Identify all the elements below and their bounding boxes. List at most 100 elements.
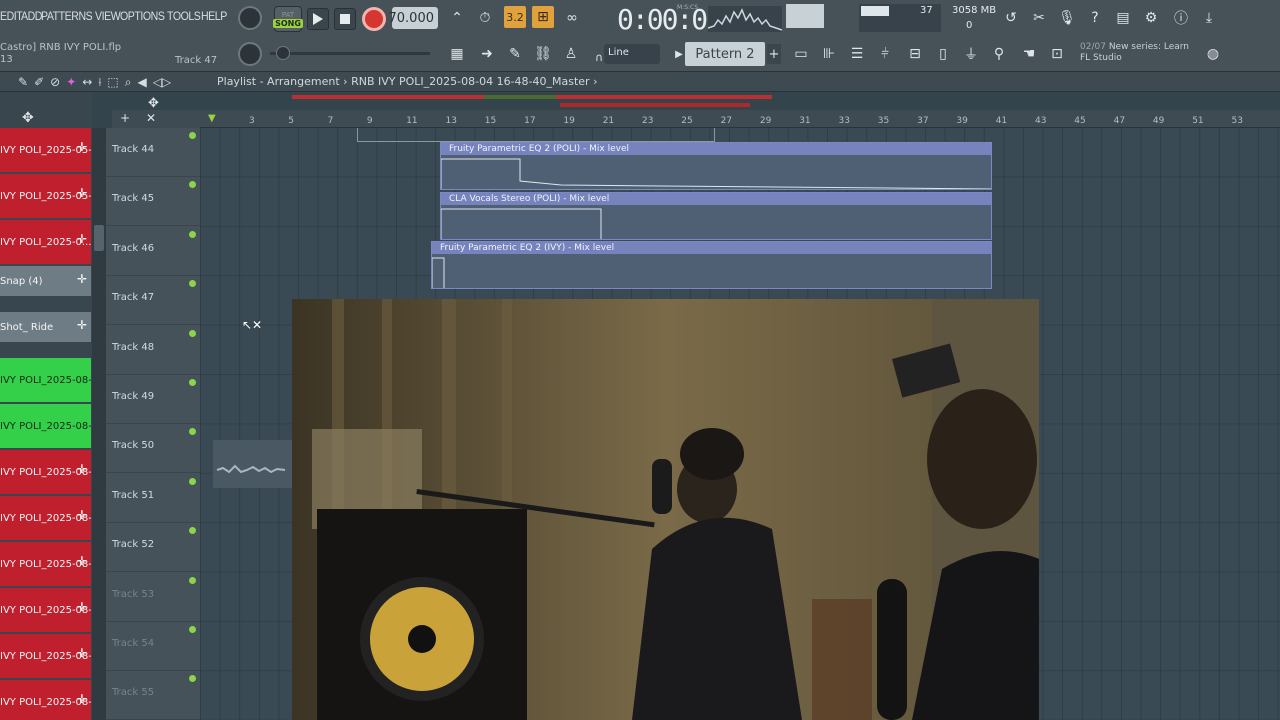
mute-tool-icon[interactable]: ✦ [66,75,76,90]
faders-icon[interactable]: ⫩ [874,43,896,65]
clip-handle-icon[interactable]: ✛ [77,692,87,706]
cut-icon[interactable]: ✂ [1028,7,1050,29]
master-volume-knob[interactable] [238,6,262,30]
track-header[interactable]: Track 50 [106,424,200,474]
plug-icon[interactable]: ⏚ [960,43,982,65]
clip-item[interactable]: IVY POLI_2025-08-1...✛ [0,542,91,586]
track-mute-led[interactable] [189,675,196,683]
slip-tool-icon[interactable]: ↔ [82,75,92,90]
play-button[interactable] [307,8,329,30]
track-header[interactable]: Track 55 [106,671,200,720]
track-mute-led[interactable] [189,181,196,189]
microphone-icon[interactable]: 🎙 [1056,7,1078,29]
help-icon[interactable]: ? [1084,7,1106,29]
track-header[interactable]: Track 44 [106,128,200,177]
snap-selector[interactable]: Line [604,44,660,64]
pitch-slider-handle[interactable] [276,46,290,60]
slice-tool-icon[interactable]: ⟊ [98,75,101,90]
pat-song-toggle[interactable]: PAT SONG [273,6,303,32]
clip-item[interactable]: Snap (4) ✛ [0,266,91,296]
clip-handle-icon[interactable]: ✛ [77,554,87,568]
wait-input-icon[interactable]: ⏱ [474,7,496,29]
track-mute-led[interactable] [189,280,196,288]
track-header[interactable]: Track 47 [106,276,200,326]
clip-item[interactable]: IVY POLI_2025-05-1...✛ [0,174,91,218]
vertical-scrollbar-thumb[interactable] [94,225,104,251]
master-pitch-knob[interactable] [238,42,262,66]
menu-patterns[interactable]: PATTERNS [41,9,96,27]
plugin-icon[interactable]: ⚙ [1140,7,1162,29]
track-mute-led[interactable] [189,132,196,139]
clip-item[interactable]: IVY POLI_2025-0... ✛ [0,220,91,264]
select-tool-icon[interactable]: ⬚ [107,75,118,90]
clip-item[interactable]: IVY POLI_2025-08-0... [0,358,91,402]
clip-handle-icon[interactable]: ✛ [77,318,87,332]
save-icon[interactable]: ▤ [1112,7,1134,29]
piano-roll-icon[interactable]: ▦ [446,43,468,65]
clip-handle-icon[interactable]: ✛ [77,600,87,614]
metronome-icon[interactable]: ⌃ [446,7,468,29]
clip-item[interactable]: IVY POLI_2025-08-0... [0,404,91,448]
track-mute-led[interactable] [189,230,196,238]
track-header[interactable]: Track 48 [106,326,200,375]
download-icon[interactable]: ⤓ [1198,7,1220,29]
menu-options[interactable]: OPTIONS [120,9,168,27]
file-icon[interactable]: ▯ [932,43,954,65]
undo-icon[interactable]: ↺ [1000,7,1022,29]
clip-item[interactable]: IVY POLI_2025-08-1...✛ [0,496,91,540]
clip-item[interactable]: IVY POLI_2025-08-1...✛ [0,450,91,494]
stop-button[interactable] [334,8,356,30]
touch-icon[interactable]: ☚ [1018,43,1040,65]
globe-icon[interactable]: ◍ [1202,43,1224,65]
clip-handle-icon[interactable]: ✛ [77,646,87,660]
clip-handle-icon[interactable]: ✛ [77,186,87,200]
clip-item[interactable]: IVY POLI_2025-08-1...✛ [0,680,91,720]
add-pattern-button[interactable]: + [767,44,781,64]
browser-icon[interactable]: ⊟ [904,43,926,65]
track-mute-led[interactable] [189,428,196,436]
track-mute-led[interactable] [189,576,196,584]
track-header[interactable]: Track 49 [106,375,200,424]
move-icon[interactable]: ✥ [148,96,159,111]
track-header[interactable]: Track 54 [106,622,200,671]
clip-item[interactable]: IVY POLI_2025-05-1...✛ [0,128,91,172]
track-mute-led[interactable] [189,477,196,485]
overview-strip[interactable] [292,95,772,99]
delete-tool-icon[interactable]: ⊘ [50,75,60,90]
pitch-slider-track[interactable] [270,52,430,55]
clip-item[interactable]: IVY POLI_2025-08-1...✛ [0,588,91,632]
track-mute-led[interactable] [189,626,196,633]
clip-handle-icon[interactable]: ✛ [77,140,87,154]
clip-handle-icon[interactable]: ✛ [77,232,87,246]
info-icon[interactable]: ⓘ [1170,7,1192,29]
add-track-icon[interactable]: + [120,111,130,125]
close-icon[interactable]: ✕ [146,111,156,125]
track-header[interactable]: Track 46 [106,227,200,276]
channel-rack-icon[interactable]: ⊪ [818,43,840,65]
step-edit-icon[interactable]: ⊞ [532,6,554,28]
vertical-scrollbar[interactable] [92,128,106,720]
track-mute-led[interactable] [189,379,196,386]
automation-clip-eq-poli[interactable]: Fruity Parametric EQ 2 (POLI) - Mix leve… [440,142,992,190]
arrow-right-icon[interactable]: ➜ [476,43,498,65]
mixer-icon[interactable]: ☰ [846,43,868,65]
pencil-tool-icon[interactable]: ✎ [18,75,28,90]
menu-help[interactable]: HELP [201,9,230,27]
playhead-marker-icon[interactable]: ▼ [208,113,216,124]
clip-item[interactable]: IVY POLI_2025-08-1...✛ [0,634,91,678]
clip-item[interactable]: Shot_ Ride ✛ [0,312,91,342]
overview-strip-2[interactable] [560,103,750,107]
pattern-selector[interactable]: Pattern 2 [685,42,765,66]
track-header[interactable]: Track 53 [106,573,200,622]
loop-record-icon[interactable]: ∞ [561,7,583,29]
tempo-display[interactable]: 70.000 [389,7,438,29]
zoom-tool-icon[interactable]: ⌕ [125,75,132,90]
clip-outline[interactable] [357,128,715,142]
brush-tool-icon[interactable]: ✐ [34,75,44,90]
pencil-icon[interactable]: ✎ [504,43,526,65]
record-button[interactable] [362,7,386,31]
link-icon[interactable]: ⛓ [532,43,554,65]
clip-handle-icon[interactable]: ✛ [77,272,87,286]
countdown-icon[interactable]: 3.2 [504,6,526,28]
picker-move-icon[interactable]: ✥ [22,110,34,126]
